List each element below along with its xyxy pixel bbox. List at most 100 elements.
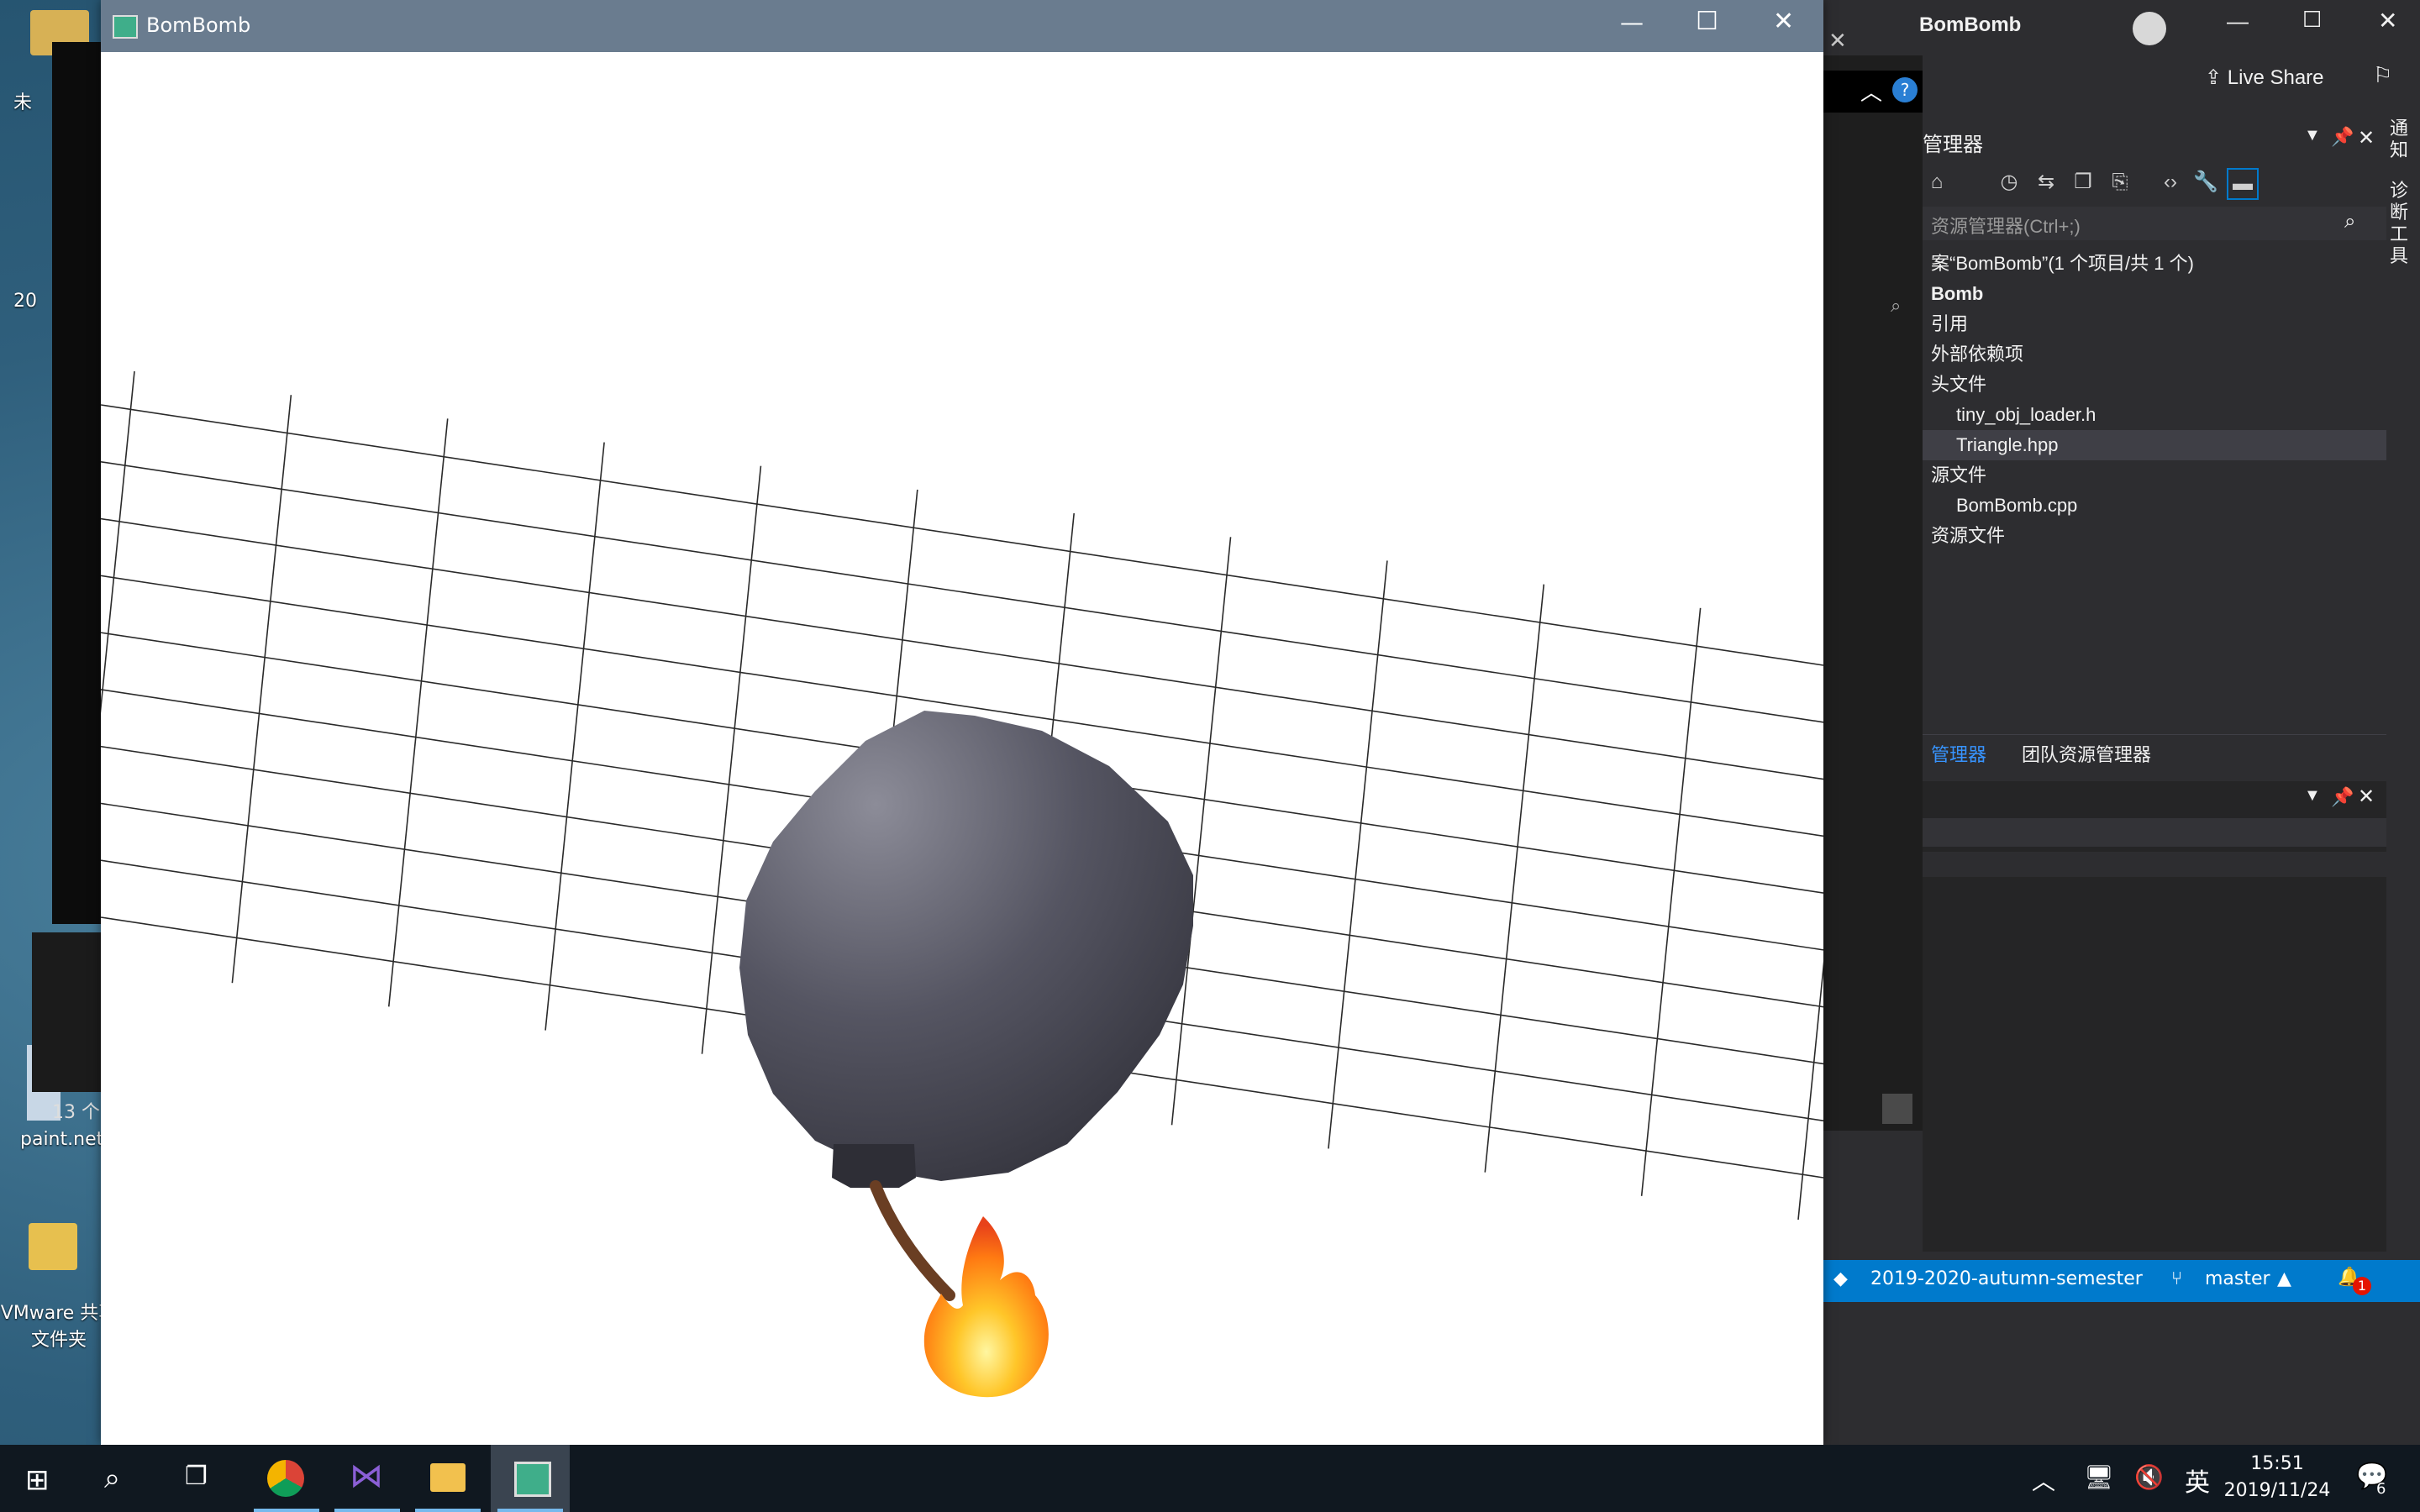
sync-icon[interactable]: ⇆ bbox=[2032, 168, 2060, 197]
tab-solution-explorer[interactable]: 管理器 bbox=[1931, 740, 1986, 767]
tree-item-project[interactable]: Bomb bbox=[1931, 279, 1983, 309]
close-dialog-icon[interactable]: ✕ bbox=[1828, 29, 1847, 54]
desktop-partial-label: 未 bbox=[13, 92, 33, 113]
minimize-button[interactable]: — bbox=[1620, 8, 1644, 36]
feedback-icon[interactable]: ⚐ bbox=[2373, 62, 2392, 88]
vs-titlebar: BomBomb — ☐ ✕ bbox=[1823, 0, 2420, 55]
vs-close-button[interactable]: ✕ bbox=[2378, 7, 2397, 34]
copy-icon[interactable]: ⎘ bbox=[2106, 168, 2134, 197]
help-icon[interactable]: ? bbox=[1892, 77, 1918, 102]
bombomb-taskbar-button[interactable] bbox=[491, 1445, 570, 1512]
props-dropdown-icon[interactable]: ▼ bbox=[2304, 786, 2321, 806]
dropdown-icon[interactable]: ▼ bbox=[2304, 126, 2321, 145]
tree-item-headers[interactable]: 头文件 bbox=[1931, 370, 1986, 400]
tab-team-explorer[interactable]: 团队资源管理器 bbox=[2022, 740, 2151, 767]
app-icon bbox=[113, 15, 138, 39]
running-indicator bbox=[497, 1509, 563, 1512]
vs-title: BomBomb bbox=[1919, 13, 2022, 36]
desktop-partial-label-2: 20 bbox=[13, 291, 37, 312]
file-explorer-taskbar-button[interactable] bbox=[408, 1445, 487, 1512]
solution-tree: 案“BomBomb”(1 个项目/共 1 个) Bomb 引用 外部依赖项 头文… bbox=[1923, 249, 2386, 551]
vmware-folder-icon[interactable] bbox=[29, 1223, 77, 1270]
chrome-icon bbox=[267, 1460, 304, 1497]
clock-date: 2019/11/24 bbox=[2223, 1480, 2331, 1501]
live-share-label: Live Share bbox=[2227, 66, 2324, 89]
tree-item-references[interactable]: 引用 bbox=[1931, 309, 1968, 339]
search-icon[interactable]: ⌕ bbox=[2344, 210, 2355, 234]
side-tab-diagnostics[interactable]: 诊断工具 bbox=[2390, 180, 2415, 267]
start-button[interactable]: ⊞ bbox=[25, 1463, 50, 1497]
scene-svg bbox=[101, 370, 1823, 1398]
props-toolbar bbox=[1923, 852, 2386, 877]
chrome-taskbar-button[interactable] bbox=[247, 1445, 326, 1512]
vs-maximize-button[interactable]: ☐ bbox=[2302, 7, 2322, 33]
maximize-button[interactable]: ☐ bbox=[1696, 7, 1718, 36]
vs-status-bar: ◆ 2019-2020-autumn-semester ⑂ master ▲ 🔔… bbox=[1823, 1260, 2420, 1302]
bomb-body bbox=[739, 711, 1193, 1181]
background-window-edge bbox=[32, 932, 103, 1092]
props-pin-icon[interactable]: 📌 bbox=[2331, 786, 2354, 808]
search-box[interactable]: 资源管理器(Ctrl+;) ⌕ bbox=[1923, 207, 2386, 240]
bombomb-titlebar[interactable]: BomBomb — ☐ ✕ bbox=[101, 0, 1823, 52]
tree-item-sources[interactable]: 源文件 bbox=[1931, 460, 1986, 491]
grid-line-horizontal bbox=[101, 460, 1823, 723]
action-center-badge: 6 bbox=[2376, 1480, 2386, 1498]
tree-item-tiny-obj-loader[interactable]: tiny_obj_loader.h bbox=[1956, 400, 2096, 430]
running-indicator bbox=[415, 1509, 481, 1512]
git-branch-icon: ⑂ bbox=[2171, 1268, 2183, 1289]
properties-panel: ▼ 📌 ✕ bbox=[1923, 781, 2386, 1252]
git-repo-name[interactable]: 2019-2020-autumn-semester bbox=[1870, 1268, 2143, 1289]
props-object-select[interactable] bbox=[1923, 818, 2386, 847]
close-button[interactable]: ✕ bbox=[1773, 7, 1794, 36]
preview-icon[interactable]: ▬ bbox=[2227, 168, 2259, 200]
running-indicator bbox=[254, 1509, 319, 1512]
ime-indicator[interactable]: 英 bbox=[2185, 1462, 2210, 1499]
props-close-icon[interactable]: ✕ bbox=[2358, 785, 2375, 809]
grid-line-horizontal bbox=[101, 404, 1823, 666]
bombomb-window: BomBomb — ☐ ✕ bbox=[101, 0, 1823, 1445]
share-icon: ⇪ bbox=[2205, 66, 2228, 89]
close-panel-icon[interactable]: ✕ bbox=[2358, 126, 2375, 150]
side-tab-notifications[interactable]: 通知 bbox=[2390, 118, 2415, 161]
flame bbox=[923, 1216, 1049, 1398]
bomb-fuse bbox=[870, 1180, 955, 1301]
network-icon[interactable]: 🖥 bbox=[2084, 1463, 2114, 1491]
tree-item-solution[interactable]: 案“BomBomb”(1 个项目/共 1 个) bbox=[1931, 249, 2194, 279]
volume-muted-icon[interactable]: 🔇 bbox=[2134, 1463, 2164, 1491]
clock-time: 15:51 bbox=[2250, 1453, 2304, 1474]
taskbar: ⊞ ⌕ ❐ ⋈ ︿ 🖥 🔇 英 15:51 2019/11/24 💬 6 bbox=[0, 1445, 2420, 1512]
clock[interactable]: 15:51 2019/11/24 bbox=[2218, 1450, 2336, 1509]
vs-minimize-button[interactable]: — bbox=[2227, 8, 2249, 34]
collapse-up-icon[interactable]: ︿ bbox=[1860, 76, 1882, 107]
wrench-icon[interactable]: 🔧 bbox=[2191, 168, 2220, 197]
paint-net-label: paint.net bbox=[20, 1129, 104, 1150]
explorer-tab-strip: 管理器 团队资源管理器 bbox=[1923, 734, 2386, 769]
layout-button-icon[interactable] bbox=[1882, 1094, 1912, 1124]
pin-icon[interactable]: 📌 bbox=[2331, 126, 2354, 148]
vs-editor-edge: ︿ ? ⌕ bbox=[1823, 55, 1923, 1131]
branch-up-icon[interactable]: ▲ bbox=[2277, 1268, 2291, 1289]
search-button[interactable]: ⌕ bbox=[104, 1462, 120, 1495]
code-icon[interactable]: ‹› bbox=[2156, 168, 2185, 197]
tree-item-bombomb-cpp[interactable]: BomBomb.cpp bbox=[1956, 491, 2077, 521]
collapse-icon[interactable]: ❐ bbox=[2069, 168, 2097, 197]
window-title: BomBomb bbox=[146, 13, 251, 37]
visual-studio-taskbar-button[interactable]: ⋈ bbox=[328, 1445, 407, 1512]
git-repo-icon: ◆ bbox=[1833, 1268, 1848, 1289]
task-view-button[interactable]: ❐ bbox=[185, 1462, 208, 1491]
tree-item-triangle-hpp[interactable]: Triangle.hpp bbox=[1956, 430, 2058, 460]
tree-item-external-deps[interactable]: 外部依赖项 bbox=[1931, 339, 2023, 370]
notification-badge: 1 bbox=[2353, 1277, 2371, 1295]
tree-item-resources[interactable]: 资源文件 bbox=[1931, 521, 2005, 551]
live-share-button[interactable]: ⇪ Live Share bbox=[2205, 66, 2324, 90]
render-canvas[interactable] bbox=[101, 52, 1823, 1445]
history-icon[interactable]: ◷ bbox=[1995, 168, 2023, 197]
running-indicator bbox=[334, 1509, 400, 1512]
visual-studio-icon: ⋈ bbox=[350, 1457, 383, 1495]
tray-chevron-icon[interactable]: ︿ bbox=[2032, 1463, 2055, 1497]
editor-search-icon[interactable]: ⌕ bbox=[1891, 296, 1901, 317]
search-input[interactable]: 资源管理器(Ctrl+;) bbox=[1931, 212, 2081, 239]
git-branch-name[interactable]: master bbox=[2205, 1268, 2270, 1289]
account-avatar[interactable] bbox=[2133, 12, 2166, 45]
home-icon[interactable]: ⌂ bbox=[1923, 168, 1951, 197]
